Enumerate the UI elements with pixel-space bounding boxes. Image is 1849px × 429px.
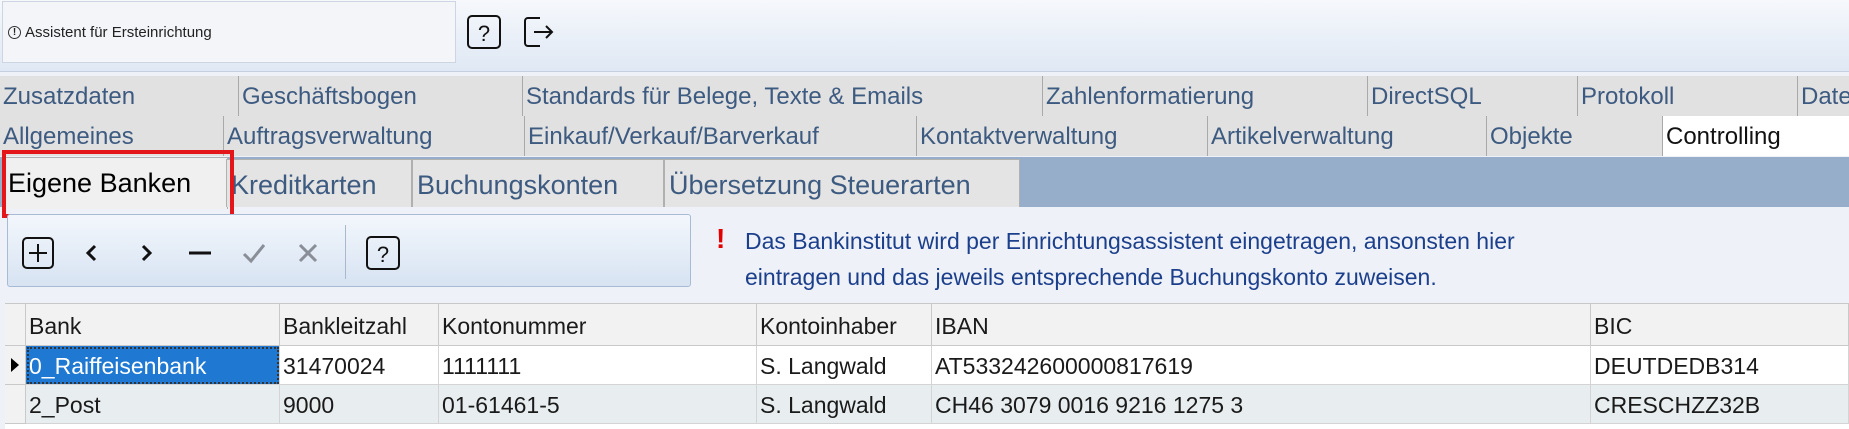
table-cell-bic[interactable]: CRESCHZZ32B (1591, 385, 1849, 424)
confirm-icon[interactable] (234, 233, 274, 273)
subtab-kreditkarten[interactable]: Kreditkarten (226, 159, 412, 207)
tab-einkauf-verkauf[interactable]: Einkauf/Verkauf/Barverkauf (524, 116, 916, 156)
hint-text-line-2: eintragen und das jeweils entsprechende … (745, 264, 1437, 290)
tab-date[interactable]: Date (1797, 76, 1849, 116)
svg-text:?: ? (377, 242, 389, 267)
table-cell-bankleitzahl[interactable]: 31470024 (280, 346, 439, 385)
tab-zusatzdaten[interactable]: Zusatzdaten (0, 76, 238, 116)
tab-row-2: Allgemeines Auftragsverwaltung Einkauf/V… (0, 116, 1849, 156)
tab-protokoll[interactable]: Protokoll (1577, 76, 1797, 116)
column-header-bic[interactable]: BIC (1591, 304, 1849, 346)
banks-table: Bank Bankleitzahl Kontonummer Kontoinhab… (5, 303, 1849, 429)
tab-row-1: Zusatzdaten Geschäftsbogen Standards für… (0, 76, 1849, 116)
column-header-iban[interactable]: IBAN (932, 304, 1591, 346)
row-selector[interactable] (5, 385, 26, 424)
tab-standards[interactable]: Standards für Belege, Texte & Emails (522, 76, 1042, 116)
subtab-buchungskonten[interactable]: Buchungskonten (412, 159, 664, 207)
current-row-arrow-icon (11, 358, 19, 372)
table-cell-kontonummer[interactable]: 01-61461-5 (439, 385, 757, 424)
toolbar-separator (345, 225, 346, 279)
record-toolbar: ? (7, 214, 691, 287)
add-icon[interactable] (18, 233, 58, 273)
highlight-box (2, 150, 234, 218)
help-icon[interactable]: ? (363, 233, 403, 273)
setup-assistant-button[interactable]: ! Assistent für Ersteinrichtung (2, 1, 456, 63)
row-header-corner (5, 304, 26, 346)
tab-kontaktverwaltung[interactable]: Kontaktverwaltung (916, 116, 1207, 156)
column-header-bank[interactable]: Bank (26, 304, 280, 346)
svg-text:?: ? (478, 21, 490, 46)
table-cell-bank[interactable]: 0_Raiffeisenbank (26, 346, 280, 385)
help-icon[interactable]: ? (466, 14, 502, 50)
table-cell-bic[interactable]: DEUTDEDB314 (1591, 346, 1849, 385)
tab-objekte[interactable]: Objekte (1486, 116, 1662, 156)
subtab-strip: Eigene Banken Kreditkarten Buchungskonte… (0, 157, 1849, 209)
delete-icon[interactable] (180, 233, 220, 273)
previous-icon[interactable] (72, 233, 112, 273)
table-cell-kontoinhaber[interactable]: S. Langwald (757, 385, 932, 424)
tab-geschaeftsbogen[interactable]: Geschäftsbogen (238, 76, 522, 116)
tab-zahlenformatierung[interactable]: Zahlenformatierung (1042, 76, 1367, 116)
table-cell-bank[interactable]: 2_Post (26, 385, 280, 424)
warning-icon: ! (716, 223, 726, 254)
setup-assistant-label: Assistent für Ersteinrichtung (25, 23, 212, 41)
column-header-kontoinhaber[interactable]: Kontoinhaber (757, 304, 932, 346)
next-icon[interactable] (126, 233, 166, 273)
table-cell-kontonummer[interactable]: 1111111 (439, 346, 757, 385)
column-header-bankleitzahl[interactable]: Bankleitzahl (280, 304, 439, 346)
column-header-kontonummer[interactable]: Kontonummer (439, 304, 757, 346)
table-cell-bankleitzahl[interactable]: 9000 (280, 385, 439, 424)
table-cell-iban[interactable]: CH46 3079 0016 9216 1275 3 (932, 385, 1591, 424)
table-cell-kontoinhaber[interactable]: S. Langwald (757, 346, 932, 385)
exit-icon[interactable] (520, 14, 556, 50)
tab-directsql[interactable]: DirectSQL (1367, 76, 1577, 116)
hint-text-line-1: Das Bankinstitut wird per Einrichtungsas… (745, 228, 1515, 254)
row-selector[interactable] (5, 346, 26, 385)
table-cell-iban[interactable]: AT533242600000817619 (932, 346, 1591, 385)
info-icon: ! (8, 25, 21, 39)
subtab-uebersetzung-steuerarten[interactable]: Übersetzung Steuerarten (664, 159, 1020, 207)
tab-auftragsverwaltung[interactable]: Auftragsverwaltung (223, 116, 524, 156)
cancel-icon[interactable] (288, 233, 328, 273)
tab-controlling[interactable]: Controlling (1662, 116, 1849, 156)
tab-artikelverwaltung[interactable]: Artikelverwaltung (1207, 116, 1486, 156)
